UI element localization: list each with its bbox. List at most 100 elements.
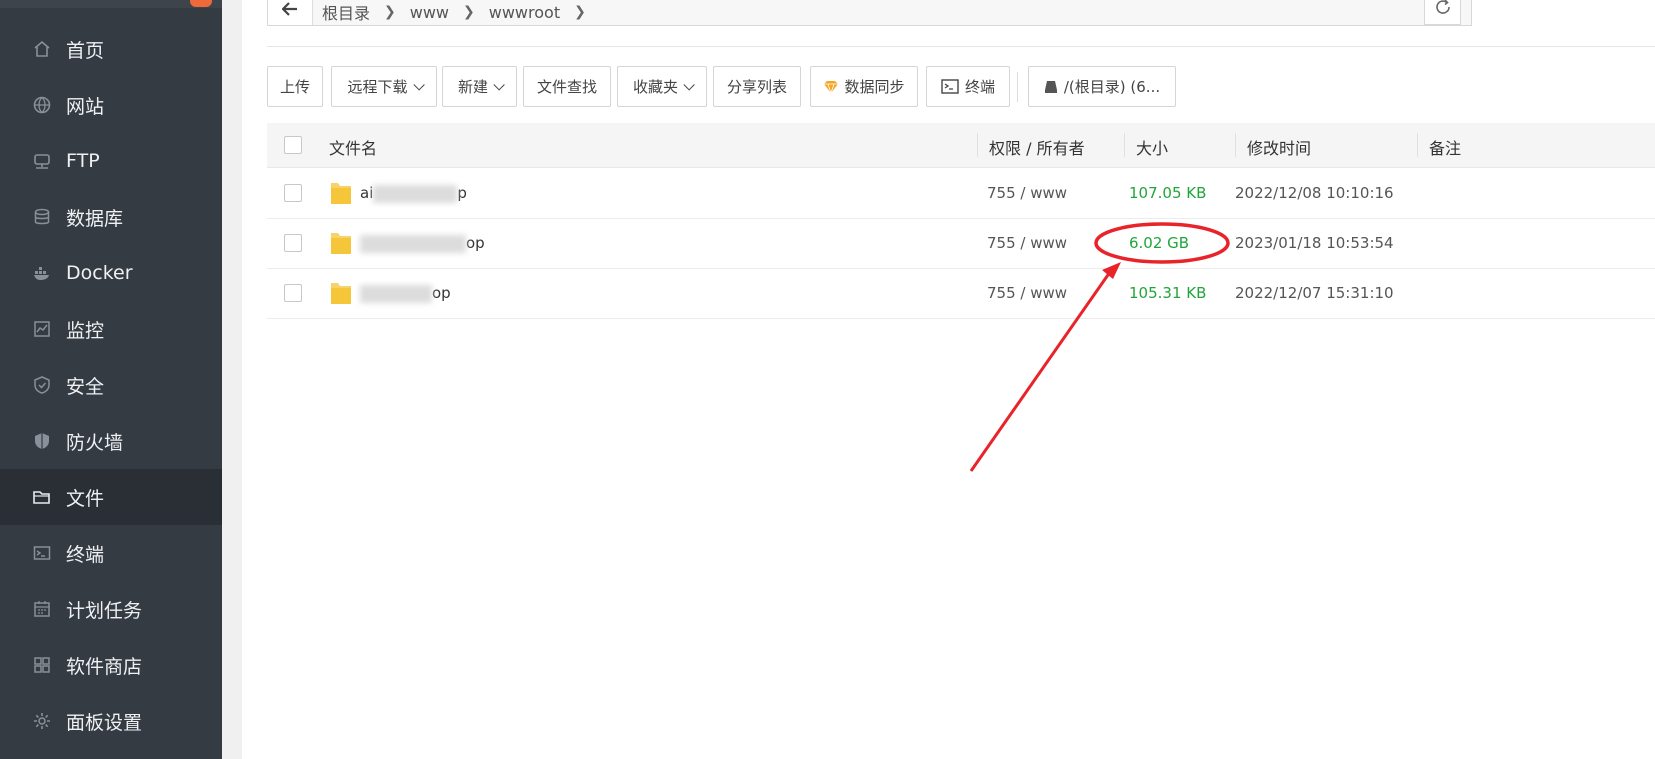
apps-icon [32, 655, 52, 675]
modified-time: 2023/01/18 10:53:54 [1235, 234, 1394, 252]
notification-badge [190, 0, 212, 7]
sidebar-item-cron[interactable]: 计划任务 [0, 581, 222, 637]
button-label: 终端 [964, 78, 995, 96]
sidebar-item-files[interactable]: 文件 [0, 469, 222, 525]
col-modified[interactable]: 修改时间 [1247, 135, 1311, 159]
firewall-icon [32, 431, 52, 451]
sidebar-item-terminal[interactable]: 终端 [0, 525, 222, 581]
file-size[interactable]: 105.31 KB [1129, 284, 1206, 302]
new-button[interactable]: 新建 [442, 66, 517, 107]
file-name[interactable]: op [360, 284, 451, 303]
permission[interactable]: 755 / www [987, 234, 1067, 252]
button-label: /(根目录) (6... [1063, 78, 1161, 96]
redacted-text [360, 284, 432, 303]
folder-icon[interactable] [329, 280, 353, 306]
file-size[interactable]: 6.02 GB [1129, 234, 1189, 252]
upload-button[interactable]: 上传 [267, 66, 323, 107]
redacted-text [373, 184, 458, 203]
sidebar-item-docker[interactable]: Docker [0, 245, 222, 301]
globe-icon [32, 95, 52, 115]
arrow-left-icon [281, 1, 298, 20]
row-checkbox[interactable] [284, 234, 302, 252]
sidebar-item-app-store[interactable]: 软件商店 [0, 637, 222, 693]
chevron-down-icon [493, 78, 505, 91]
row-checkbox[interactable] [284, 184, 302, 202]
content-gutter [222, 0, 242, 759]
file-size[interactable]: 107.05 KB [1129, 184, 1206, 202]
crumb-wwwroot[interactable]: wwwroot [489, 3, 560, 22]
permission[interactable]: 755 / www [987, 284, 1067, 302]
sidebar-item-label: Docker [66, 262, 133, 284]
modified-time: 2022/12/08 10:10:16 [1235, 184, 1394, 202]
sidebar-item-home[interactable]: 首页 [0, 21, 222, 77]
shield-icon [32, 375, 52, 395]
file-name-suffix: op [466, 234, 485, 252]
file-name-prefix: ai [360, 184, 374, 202]
col-note[interactable]: 备注 [1429, 135, 1461, 159]
file-search-button[interactable]: 文件查找 [523, 66, 611, 107]
file-name-suffix: op [432, 284, 451, 302]
table-header: 文件名 权限 / 所有者 大小 修改时间 备注 [267, 123, 1655, 168]
remote-download-button[interactable]: 远程下载 [331, 66, 437, 107]
sidebar-item-website[interactable]: 网站 [0, 77, 222, 133]
button-label: 上传 [279, 78, 310, 96]
col-permission[interactable]: 权限 / 所有者 [989, 135, 1085, 159]
disk-button[interactable]: /(根目录) (6... [1028, 66, 1176, 107]
table-row[interactable]: op 755 / www 105.31 KB 2022/12/07 15:31:… [267, 268, 1655, 319]
path-bar: 根目录 ❯ www ❯ wwwroot ❯ [267, 0, 1472, 26]
sidebar-item-label: 终端 [66, 543, 105, 566]
sidebar-item-firewall[interactable]: 防火墙 [0, 413, 222, 469]
refresh-button[interactable] [1424, 0, 1461, 25]
col-size[interactable]: 大小 [1136, 135, 1168, 159]
folder-icon [32, 487, 52, 507]
file-name[interactable]: op [360, 234, 485, 253]
refresh-icon [1434, 0, 1452, 20]
data-sync-button[interactable]: 数据同步 [810, 66, 918, 107]
back-button[interactable] [268, 0, 313, 25]
col-filename[interactable]: 文件名 [329, 135, 377, 159]
permission[interactable]: 755 / www [987, 184, 1067, 202]
terminal-icon [941, 79, 959, 94]
chevron-down-icon [683, 78, 695, 91]
chevron-down-icon [412, 78, 425, 91]
folder-icon[interactable] [329, 180, 353, 206]
terminal-button[interactable]: 终端 [926, 66, 1010, 107]
monitor-icon [32, 319, 52, 339]
favorites-button[interactable]: 收藏夹 [617, 66, 707, 107]
table-row[interactable]: op 755 / www 6.02 GB 2023/01/18 10:53:54 [267, 218, 1655, 269]
row-checkbox[interactable] [284, 284, 302, 302]
sidebar-item-settings[interactable]: 面板设置 [0, 693, 222, 749]
sidebar: 首页 网站 FTP 数据库 Docker 监控 安全 防火墙 文件 终端 计划任… [0, 0, 222, 759]
chevron-right-icon: ❯ [463, 4, 475, 20]
breadcrumb: 根目录 ❯ www ❯ wwwroot ❯ [322, 0, 600, 24]
table-row[interactable]: ai p 755 / www 107.05 KB 2022/12/08 10:10… [267, 168, 1655, 219]
file-manager-panel: 根目录 ❯ www ❯ wwwroot ❯ 上传 远程下载 新建 文件查找 收藏… [242, 0, 1655, 759]
diamond-icon [823, 80, 839, 94]
column-divider [977, 133, 978, 157]
redacted-text [360, 234, 466, 253]
divider [267, 46, 1655, 47]
sidebar-item-label: 软件商店 [66, 655, 143, 678]
sidebar-item-label: FTP [66, 150, 100, 172]
share-list-button[interactable]: 分享列表 [713, 66, 801, 107]
sidebar-item-label: 计划任务 [66, 599, 143, 622]
database-icon [32, 207, 52, 227]
sidebar-item-label: 首页 [66, 39, 105, 62]
sidebar-item-security[interactable]: 安全 [0, 357, 222, 413]
file-name[interactable]: ai p [360, 184, 467, 203]
button-label: 文件查找 [536, 78, 597, 96]
button-label: 新建 [457, 78, 488, 96]
folder-icon[interactable] [329, 230, 353, 256]
select-all-checkbox[interactable] [284, 136, 302, 154]
gear-icon [32, 711, 52, 731]
sidebar-item-label: 防火墙 [66, 431, 124, 454]
button-label: 分享列表 [726, 78, 787, 96]
sidebar-item-database[interactable]: 数据库 [0, 189, 222, 245]
file-name-suffix: p [457, 184, 467, 202]
crumb-root[interactable]: 根目录 [322, 0, 370, 24]
button-label: 远程下载 [347, 78, 408, 96]
calendar-icon [32, 599, 52, 619]
crumb-www[interactable]: www [410, 3, 449, 22]
sidebar-item-ftp[interactable]: FTP [0, 133, 222, 189]
sidebar-item-monitor[interactable]: 监控 [0, 301, 222, 357]
